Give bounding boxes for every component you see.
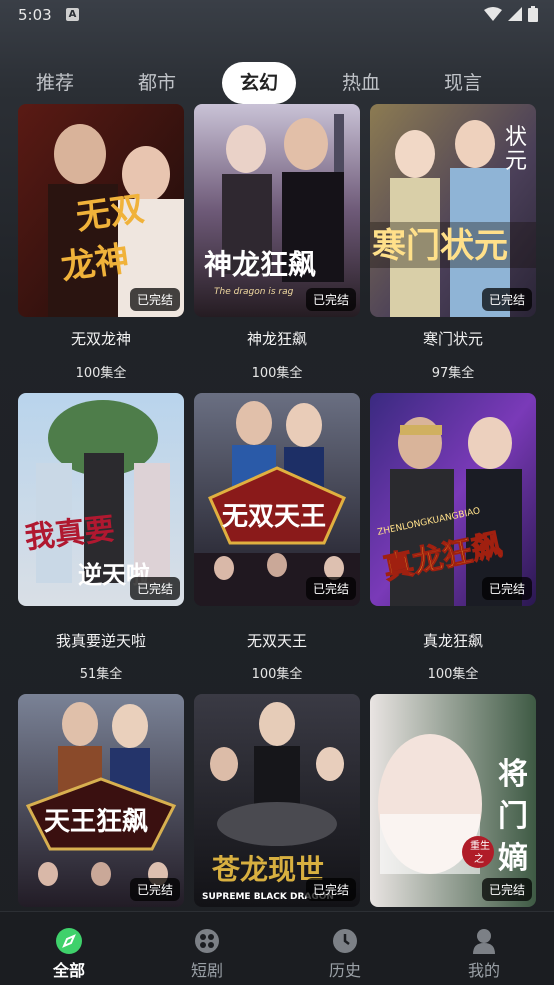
nav-mine[interactable]: 我的 xyxy=(434,912,534,985)
svg-text:The dragon is rag: The dragon is rag xyxy=(214,287,294,297)
nav-label: 短剧 xyxy=(190,961,223,980)
nav-history[interactable]: 历史 xyxy=(295,912,395,985)
status-time: 5:03 xyxy=(18,6,52,24)
status-badge: 已完结 xyxy=(129,288,180,311)
compass-icon xyxy=(56,928,82,954)
status-badge: 已完结 xyxy=(481,288,532,311)
poster-image: 状 元 寒门状元 已完结 xyxy=(370,104,536,317)
drama-card[interactable]: 神龙狂飙 The dragon is rag 已完结 神龙狂飙 100集全 xyxy=(194,104,360,381)
tab-action[interactable]: 热血 xyxy=(330,62,392,104)
episode-count: 51集全 xyxy=(79,667,123,682)
svg-text:将: 将 xyxy=(498,757,528,792)
status-bar: 5:03 A xyxy=(0,0,554,30)
poster-image: ZHENLONGKUANGBIAO 真龙狂飙 已完结 xyxy=(370,393,536,606)
episode-count: 100集全 xyxy=(427,667,479,682)
drama-title: 神龙狂飙 xyxy=(246,330,307,348)
drama-title: 真龙狂飙 xyxy=(422,632,483,650)
svg-text:寒门状元: 寒门状元 xyxy=(372,226,508,266)
poster-image: 无双天王 已完结 xyxy=(194,393,360,606)
svg-text:之: 之 xyxy=(474,852,484,865)
poster-image: 苍龙现世 SUPREME BLACK DRAGON 已完结 xyxy=(194,694,360,907)
poster-image: 将 门 嫡 重生 之 已完结 xyxy=(370,694,536,907)
drama-card[interactable]: 状 元 寒门状元 已完结 寒门状元 97集全 xyxy=(370,104,536,381)
drama-title: 无双天王 xyxy=(246,632,307,650)
tab-romance[interactable]: 现言 xyxy=(432,62,494,104)
episode-count: 100集全 xyxy=(251,366,303,381)
poster-image: 天王狂飙 已完结 xyxy=(18,694,184,907)
svg-text:神龙狂飙: 神龙狂飙 xyxy=(204,248,316,281)
drama-card[interactable]: ZHENLONGKUANGBIAO 真龙狂飙 已完结 真龙狂飙 100集全 xyxy=(370,393,536,682)
drama-grid: 无双 龙神 已完结 无双龙神 100集全 神龙狂飙 The dragon is … xyxy=(0,104,554,910)
tab-fantasy[interactable]: 玄幻 xyxy=(222,62,296,104)
status-badge: 已完结 xyxy=(305,288,356,311)
user-icon xyxy=(473,929,495,954)
svg-text:门: 门 xyxy=(498,799,528,834)
status-badge: 已完结 xyxy=(305,577,356,600)
episode-count: 100集全 xyxy=(75,366,127,381)
drama-card[interactable]: 苍龙现世 SUPREME BLACK DRAGON 已完结 xyxy=(194,694,360,907)
drama-card[interactable]: 无双天王 已完结 无双天王 100集全 xyxy=(194,393,360,682)
drama-title: 无双龙神 xyxy=(70,330,131,348)
poster-image: 我真要 逆天啦 已完结 xyxy=(18,393,184,606)
drama-card[interactable]: 我真要 逆天啦 已完结 我真要逆天啦 51集全 xyxy=(18,393,184,682)
clock-icon xyxy=(333,929,357,953)
svg-text:嫡: 嫡 xyxy=(498,841,528,876)
status-badge: 已完结 xyxy=(129,577,180,600)
drama-card[interactable]: 无双 龙神 已完结 无双龙神 100集全 xyxy=(18,104,184,381)
battery-icon xyxy=(528,6,538,22)
poster-image: 无双 龙神 已完结 xyxy=(18,104,184,317)
nav-all[interactable]: 全部 xyxy=(19,912,119,985)
signal-icon xyxy=(508,7,522,21)
drama-card[interactable]: 将 门 嫡 重生 之 已完结 xyxy=(370,694,536,907)
drama-title: 寒门状元 xyxy=(422,330,483,348)
bottom-nav: 全部 短剧 历史 我的 xyxy=(0,911,554,985)
status-badge: 已完结 xyxy=(481,878,532,901)
category-tabs: 推荐 都市 玄幻 热血 现言 xyxy=(0,62,554,104)
nav-label: 我的 xyxy=(467,961,500,980)
nav-label: 全部 xyxy=(52,961,85,980)
drama-card[interactable]: 天王狂飙 已完结 xyxy=(18,694,184,907)
svg-text:无双天王: 无双天王 xyxy=(222,502,326,532)
poster-image: 神龙狂飙 The dragon is rag 已完结 xyxy=(194,104,360,317)
status-badge: 已完结 xyxy=(129,878,180,901)
svg-text:状: 状 xyxy=(505,125,527,150)
status-badge: 已完结 xyxy=(481,577,532,600)
svg-text:重生: 重生 xyxy=(470,839,490,852)
svg-text:元: 元 xyxy=(505,149,527,174)
status-badge: 已完结 xyxy=(305,878,356,901)
nav-label: 历史 xyxy=(328,961,361,980)
tab-recommend[interactable]: 推荐 xyxy=(24,62,86,104)
episode-count: 100集全 xyxy=(251,667,303,682)
wifi-icon xyxy=(484,7,502,21)
notification-icon: A xyxy=(66,8,79,21)
film-reel-icon xyxy=(195,929,219,953)
nav-shorts[interactable]: 短剧 xyxy=(157,912,257,985)
drama-title: 我真要逆天啦 xyxy=(55,632,146,650)
tab-urban[interactable]: 都市 xyxy=(126,62,188,104)
episode-count: 97集全 xyxy=(431,366,475,381)
svg-text:天王狂飙: 天王狂飙 xyxy=(44,807,148,837)
